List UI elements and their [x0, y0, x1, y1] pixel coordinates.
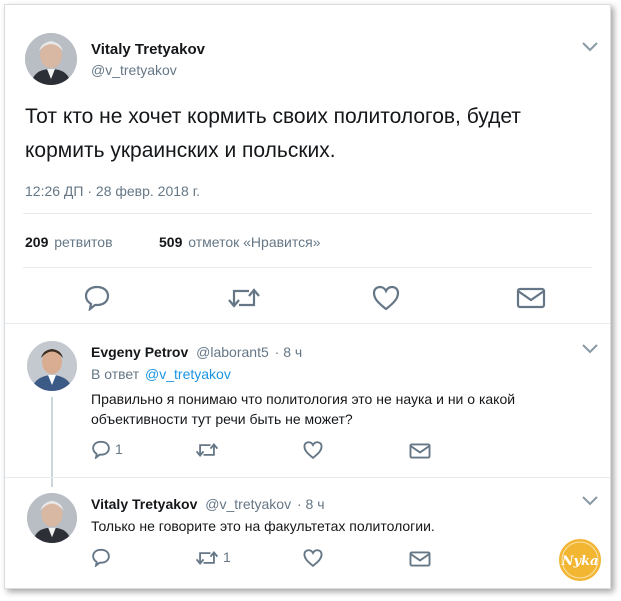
reply-header: Evgeny Petrov @laborant5 · 8 ч — [91, 344, 302, 360]
chevron-down-icon[interactable] — [581, 495, 599, 507]
divider — [5, 323, 610, 324]
reply-author-handle[interactable]: @laborant5 — [196, 344, 269, 360]
likes-count: 509 — [159, 234, 183, 250]
like-icon[interactable] — [303, 548, 323, 568]
tweet-text-line-2: кормить украинских и польских. — [25, 139, 336, 162]
tweet-text-line-1: Тот кто не хочет кормить своих политолог… — [25, 105, 521, 128]
like-icon[interactable] — [372, 284, 400, 312]
reply-icon[interactable] — [91, 547, 111, 567]
reply-to-handle[interactable]: @v_tretyakov — [145, 366, 231, 382]
reply-count: 1 — [115, 441, 123, 457]
likes-stat[interactable]: 509 отметок «Нравится» — [159, 234, 321, 250]
likes-label: отметок «Нравится» — [188, 234, 321, 250]
reply-text-line-1: Правильно я понимаю что политология это … — [91, 391, 516, 407]
reply-to: В ответ @v_tretyakov — [91, 366, 231, 382]
mail-icon[interactable] — [516, 286, 546, 310]
divider — [23, 213, 592, 214]
reply-header: Vitaly Tretyakov @v_tretyakov · 8 ч — [91, 496, 325, 512]
reply-text-line-2: объективности тут речи быть не может? — [91, 411, 353, 427]
reply-icon[interactable] — [83, 283, 111, 311]
reply-icon[interactable] — [91, 439, 111, 459]
reply-time[interactable]: · 8 ч — [297, 496, 325, 512]
like-icon[interactable] — [303, 440, 323, 460]
chevron-down-icon[interactable] — [581, 343, 599, 355]
reply-time[interactable]: · 8 ч — [275, 344, 303, 360]
reply-author-handle[interactable]: @v_tretyakov — [205, 496, 291, 512]
reply-text: Только не говорите это на факультетах по… — [91, 518, 435, 534]
retweets-count: 209 — [25, 234, 49, 250]
reply-avatar[interactable] — [27, 341, 77, 391]
divider — [23, 267, 592, 268]
reply-avatar[interactable] — [27, 493, 77, 543]
thread-line — [51, 397, 53, 487]
watermark-text: Nyka — [561, 554, 599, 569]
retweet-count: 1 — [223, 549, 231, 565]
reply-author-name[interactable]: Evgeny Petrov — [91, 344, 188, 360]
reply-to-prefix: В ответ — [91, 366, 140, 382]
author-avatar[interactable] — [25, 33, 77, 85]
watermark-logo: Nyka — [556, 536, 604, 584]
retweet-icon[interactable] — [195, 549, 219, 567]
retweets-stat[interactable]: 209 ретвитов — [25, 234, 113, 250]
retweets-label: ретвитов — [54, 234, 113, 250]
tweet-card: Vitaly Tretyakov @v_tretyakov Тот кто не… — [4, 4, 611, 589]
reply-author-name[interactable]: Vitaly Tretyakov — [91, 496, 197, 512]
mail-icon[interactable] — [409, 550, 431, 568]
author-handle[interactable]: @v_tretyakov — [91, 62, 177, 78]
tweet-timestamp[interactable]: 12:26 ДП · 28 февр. 2018 г. — [25, 183, 200, 199]
retweet-icon[interactable] — [227, 285, 261, 311]
retweet-icon[interactable] — [195, 441, 219, 459]
chevron-down-icon[interactable] — [581, 41, 599, 53]
author-name[interactable]: Vitaly Tretyakov — [91, 41, 205, 58]
mail-icon[interactable] — [409, 442, 431, 460]
divider — [5, 477, 610, 478]
